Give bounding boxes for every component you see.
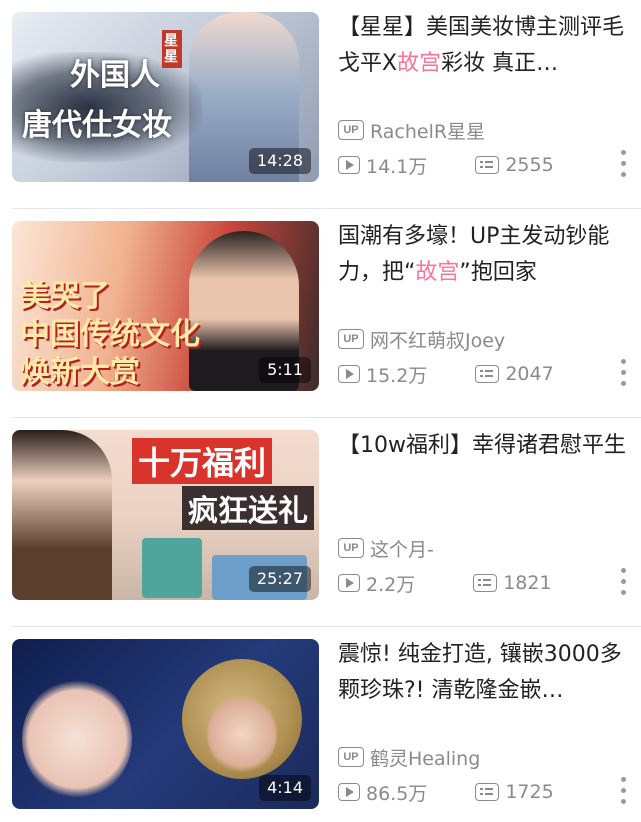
thumbnail-caption-1: 外国人 [70, 58, 160, 93]
more-options-icon[interactable] [621, 777, 627, 805]
up-badge-icon: UP [338, 538, 364, 558]
uploader-name: 鹤灵Healing [370, 747, 481, 770]
view-count: 86.5万 [366, 782, 428, 805]
video-title[interactable]: 【10w福利】幸得诸君慰平生 [338, 428, 631, 464]
more-options-icon[interactable] [621, 150, 627, 178]
stats-row: 2.2万 1821 [338, 568, 552, 598]
danmaku-count: 1821 [503, 572, 552, 594]
video-card[interactable]: 美哭了 中国传统文化 焕新大赏 5:11 国潮有多壕！UP主发动钞能力，把“故宫… [0, 209, 641, 418]
thumbnail-caption-3: 焕新大赏 [20, 355, 140, 390]
thumbnail-stamp: 星星 [162, 30, 182, 68]
thumbnail-gift-box [142, 538, 202, 598]
danmaku-icon [475, 783, 500, 801]
video-list: 外国人 唐代仕女妆 星星 14:28 【星星】美国美妆博主测评毛戈平X故宫彩妆 … [0, 0, 641, 822]
duration-badge: 4:14 [259, 775, 311, 801]
uploader-name: RachelR星星 [370, 120, 486, 143]
view-count: 2.2万 [366, 573, 416, 596]
view-count: 14.1万 [366, 155, 428, 178]
play-count-icon [338, 156, 360, 174]
up-badge-icon: UP [338, 120, 364, 140]
uploader-name: 这个月- [370, 538, 434, 561]
play-count-icon [338, 783, 360, 801]
stats-row: 15.2万 2047 [338, 359, 554, 389]
video-title[interactable]: 国潮有多壕！UP主发动钞能力，把“故宫”抱回家 [338, 219, 631, 291]
video-thumbnail[interactable]: 4:14 [12, 639, 319, 809]
video-card[interactable]: 外国人 唐代仕女妆 星星 14:28 【星星】美国美妆博主测评毛戈平X故宫彩妆 … [0, 0, 641, 209]
danmaku-icon [475, 156, 500, 174]
stats-row: 14.1万 2555 [338, 150, 554, 180]
thumbnail-caption-2: 唐代仕女妆 [22, 108, 172, 143]
stats-row: 86.5万 1725 [338, 777, 554, 807]
video-title[interactable]: 震惊! 纯金打造, 镶嵌3000多颗珍珠?! 清乾隆金嵌… [338, 637, 631, 709]
uploader-row[interactable]: UP RachelR星星 [338, 116, 485, 144]
thumbnail-caption-1: 十万福利 [132, 438, 273, 484]
uploader-row[interactable]: UP 网不红萌叔Joey [338, 325, 505, 353]
video-thumbnail[interactable]: 美哭了 中国传统文化 焕新大赏 5:11 [12, 221, 319, 391]
danmaku-icon [475, 365, 500, 383]
duration-badge: 5:11 [259, 357, 311, 383]
uploader-row[interactable]: UP 这个月- [338, 534, 434, 562]
uploader-row[interactable]: UP 鹤灵Healing [338, 743, 480, 771]
danmaku-count: 2047 [505, 363, 554, 385]
play-count-icon [338, 365, 360, 383]
more-options-icon[interactable] [621, 359, 627, 387]
thumbnail-person [12, 430, 112, 600]
play-count-icon [338, 574, 360, 592]
up-badge-icon: UP [338, 747, 364, 767]
danmaku-count: 2555 [505, 154, 554, 176]
danmaku-icon [473, 574, 498, 592]
video-card[interactable]: 十万福利 疯狂送礼 25:27 【10w福利】幸得诸君慰平生 UP 这个月- 2… [0, 418, 641, 627]
video-title[interactable]: 【星星】美国美妆博主测评毛戈平X故宫彩妆 真正… [338, 10, 631, 82]
video-thumbnail[interactable]: 十万福利 疯狂送礼 25:27 [12, 430, 319, 600]
danmaku-count: 1725 [505, 781, 554, 803]
thumbnail-face [22, 679, 132, 799]
video-thumbnail[interactable]: 外国人 唐代仕女妆 星星 14:28 [12, 12, 319, 182]
more-options-icon[interactable] [621, 568, 627, 596]
up-badge-icon: UP [338, 329, 364, 349]
video-card[interactable]: 4:14 震惊! 纯金打造, 镶嵌3000多颗珍珠?! 清乾隆金嵌… UP 鹤灵… [0, 627, 641, 822]
duration-badge: 25:27 [248, 566, 311, 592]
thumbnail-caption-2: 疯狂送礼 [182, 486, 314, 530]
thumbnail-face [207, 694, 277, 774]
uploader-name: 网不红萌叔Joey [370, 329, 506, 352]
view-count: 15.2万 [366, 364, 428, 387]
duration-badge: 14:28 [248, 148, 311, 174]
